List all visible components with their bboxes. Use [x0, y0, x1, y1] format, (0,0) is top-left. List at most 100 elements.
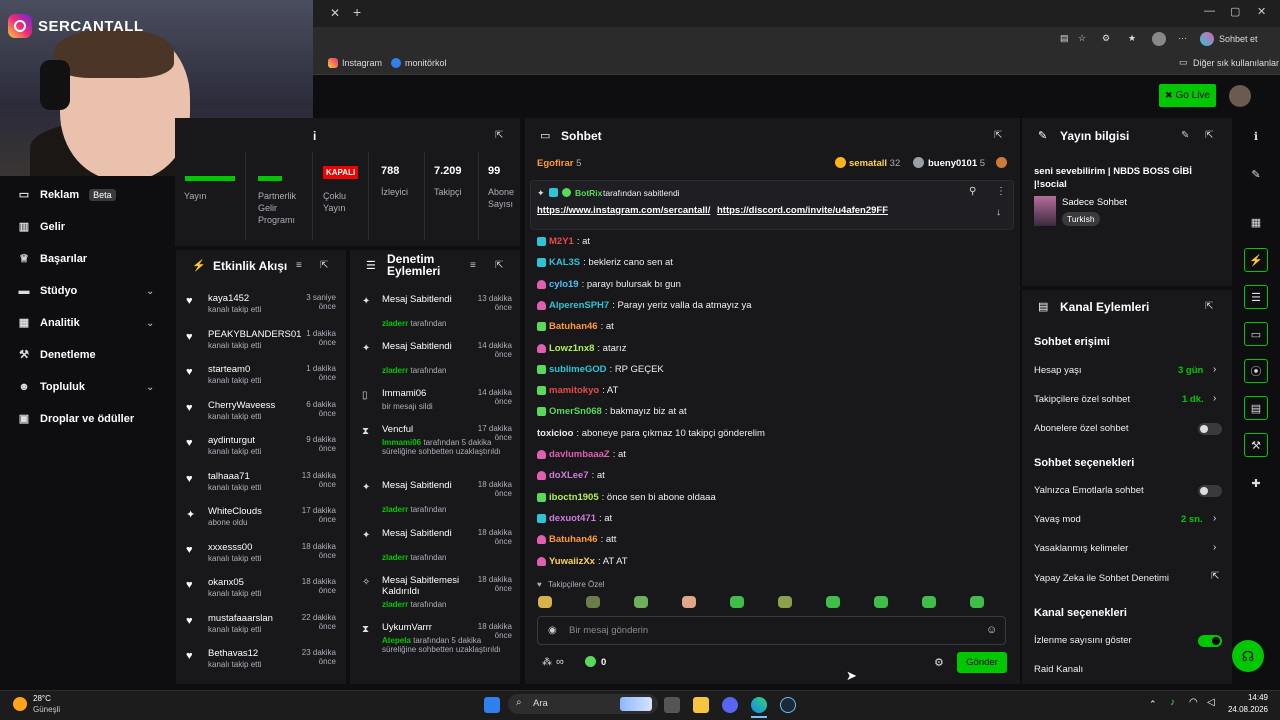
- activity-user[interactable]: CherryWaveess: [208, 400, 298, 411]
- chevron-down-icon[interactable]: ⌄: [146, 286, 154, 297]
- ai-moderation-label[interactable]: Yapay Zeka ile Sohbet Denetimi: [1034, 573, 1169, 584]
- emote-icon[interactable]: [970, 596, 984, 608]
- chat-username[interactable]: YuwaiizXx: [549, 556, 595, 567]
- list-icon[interactable]: ☰: [1244, 285, 1268, 309]
- followers-chat-label[interactable]: Takipçilere özel sohbet: [1034, 394, 1130, 405]
- close-tab-icon[interactable]: ✕: [330, 6, 340, 20]
- popout-icon[interactable]: ⇱: [1205, 301, 1213, 312]
- chat-message[interactable]: iboctn1905: önce sen bi abone oldaaa: [537, 492, 716, 503]
- list-item[interactable]: ♥ okanx05 18 dakika önce kanalı takip et…: [186, 577, 336, 609]
- copilot-icon[interactable]: [1200, 32, 1214, 46]
- chat-message[interactable]: mamitokyo: AT: [537, 385, 618, 396]
- chat-button[interactable]: Sohbet et: [1219, 34, 1258, 44]
- reader-icon[interactable]: ▤: [1060, 33, 1069, 44]
- task-view-icon[interactable]: [664, 697, 680, 713]
- bookmark-instagram[interactable]: Instagram: [342, 58, 382, 68]
- chevron-right-icon[interactable]: ›: [1213, 393, 1216, 404]
- gear-icon[interactable]: ⚙: [934, 656, 944, 669]
- clock-time[interactable]: 14:49: [1232, 693, 1268, 702]
- chat-message[interactable]: dexuot471: at: [537, 513, 612, 524]
- chevron-right-icon[interactable]: ›: [1213, 364, 1216, 375]
- popout-icon[interactable]: ⇱: [320, 260, 328, 271]
- popout-icon[interactable]: ⇱: [495, 130, 503, 141]
- chat-message[interactable]: davlumbaaaZ: at: [537, 449, 626, 460]
- moderation-actor[interactable]: Immami06: [382, 438, 421, 447]
- category-thumbnail[interactable]: [1034, 196, 1056, 226]
- avatar[interactable]: [1229, 85, 1251, 107]
- start-icon[interactable]: [484, 697, 500, 713]
- sidebar-item-topluluk[interactable]: ☻ Topluluk: [18, 381, 85, 393]
- activity-user[interactable]: xxxesss00: [208, 542, 298, 553]
- filter-icon[interactable]: ≡: [296, 260, 302, 271]
- support-button[interactable]: ☊: [1232, 640, 1264, 672]
- popout-icon[interactable]: ⇱: [495, 260, 503, 271]
- activity-user[interactable]: WhiteClouds: [208, 506, 298, 517]
- chat-message[interactable]: Batuhan46: at: [537, 321, 614, 332]
- activity-user[interactable]: Bethavas12: [208, 648, 298, 659]
- list-item[interactable]: ♥ kaya1452 3 saniye önce kanalı takip et…: [186, 293, 336, 325]
- moderation-actor[interactable]: zladerr: [382, 600, 408, 609]
- other-bookmarks[interactable]: Diğer sık kullanılanlar: [1193, 58, 1279, 68]
- pinned-by[interactable]: BotRix: [575, 188, 602, 198]
- chevron-right-icon[interactable]: ›: [1213, 513, 1216, 524]
- close-window-icon[interactable]: ✕: [1257, 5, 1266, 18]
- chat-message[interactable]: OmerSn068: bakmayız biz at at: [537, 406, 687, 417]
- weather-temp[interactable]: 28°C: [33, 694, 51, 703]
- pinned-link-discord[interactable]: https://discord.com/invite/u4afen29FF: [717, 205, 888, 216]
- volume-icon[interactable]: ◁: [1207, 697, 1215, 708]
- emote-icon[interactable]: [922, 596, 936, 608]
- banned-words-label[interactable]: Yasaklanmış kelimeler: [1034, 543, 1128, 554]
- more-icon[interactable]: ···: [1178, 33, 1187, 43]
- edit-icon[interactable]: ✎: [1244, 162, 1268, 186]
- chat-icon[interactable]: ▭: [1244, 322, 1268, 346]
- external-link-icon[interactable]: ⇱: [1211, 571, 1219, 582]
- go-live-button[interactable]: ✖ Go Live: [1159, 84, 1216, 107]
- discord-icon[interactable]: [722, 697, 738, 713]
- emote-icon[interactable]: [538, 596, 552, 608]
- list-item[interactable]: ♥ Bethavas12 23 dakika önce kanalı takip…: [186, 648, 336, 680]
- emote-icon[interactable]: [682, 596, 696, 608]
- popout-icon[interactable]: ⇱: [994, 130, 1002, 141]
- chat-username[interactable]: iboctn1905: [549, 492, 599, 503]
- users-icon[interactable]: ⁂: [542, 657, 552, 668]
- chat-username[interactable]: doXLee7: [549, 470, 589, 481]
- moderation-actor[interactable]: zladerr: [382, 505, 408, 514]
- chat-username[interactable]: OmerSn068: [549, 406, 602, 417]
- sidebar-item-analitik[interactable]: ▦ Analitik: [18, 317, 80, 329]
- top-user-1[interactable]: Egofirar 5: [537, 158, 581, 169]
- chevron-up-icon[interactable]: ⌃: [1149, 699, 1157, 710]
- edge-icon[interactable]: [751, 697, 767, 713]
- emote-icon[interactable]: [634, 596, 648, 608]
- info-icon[interactable]: ℹ: [1244, 124, 1268, 148]
- lightning-icon[interactable]: ⚡: [1244, 248, 1268, 272]
- popout-icon[interactable]: ⇱: [1205, 130, 1213, 141]
- moderation-actor[interactable]: zladerr: [382, 553, 408, 562]
- list-item[interactable]: ♥ starteam0 1 dakika önce kanalı takip e…: [186, 364, 336, 396]
- subs-chat-toggle[interactable]: [1198, 423, 1222, 435]
- minimize-icon[interactable]: —: [1204, 5, 1215, 17]
- top-user-3[interactable]: bueny0101 5: [928, 158, 985, 169]
- chat-username[interactable]: dexuot471: [549, 513, 596, 524]
- file-explorer-icon[interactable]: [693, 697, 709, 713]
- steam-icon[interactable]: [780, 697, 796, 713]
- wrench-icon[interactable]: ⚒: [1244, 433, 1268, 457]
- sidebar-item-droplar[interactable]: ▣ Droplar ve ödüller: [18, 413, 134, 425]
- add-widget-icon[interactable]: ✚: [1244, 471, 1268, 495]
- emote-icon[interactable]: [874, 596, 888, 608]
- list-item[interactable]: ♥ xxxesss00 18 dakika önce kanalı takip …: [186, 542, 336, 574]
- emote-icon[interactable]: [586, 596, 600, 608]
- language-tag[interactable]: Turkish: [1062, 212, 1100, 226]
- chevron-right-icon[interactable]: ›: [1213, 542, 1216, 553]
- chat-username[interactable]: mamitokyo: [549, 385, 599, 396]
- category-name[interactable]: Sadece Sohbet: [1062, 197, 1127, 208]
- points-icon[interactable]: [585, 656, 596, 667]
- wifi-icon[interactable]: ◠: [1189, 697, 1198, 708]
- chat-username[interactable]: Batuhan46: [549, 534, 598, 545]
- sidebar-item-denetleme[interactable]: ⚒ Denetleme: [18, 349, 96, 361]
- chat-username[interactable]: cylo19: [549, 279, 579, 290]
- chat-message[interactable]: sublimeGOD: RP GEÇEK: [537, 364, 664, 375]
- broadcast-icon[interactable]: ⦿: [1244, 359, 1268, 383]
- emote-only-toggle[interactable]: [1198, 485, 1222, 497]
- emote-icon[interactable]: [730, 596, 744, 608]
- account-age-label[interactable]: Hesap yaşı: [1034, 365, 1082, 376]
